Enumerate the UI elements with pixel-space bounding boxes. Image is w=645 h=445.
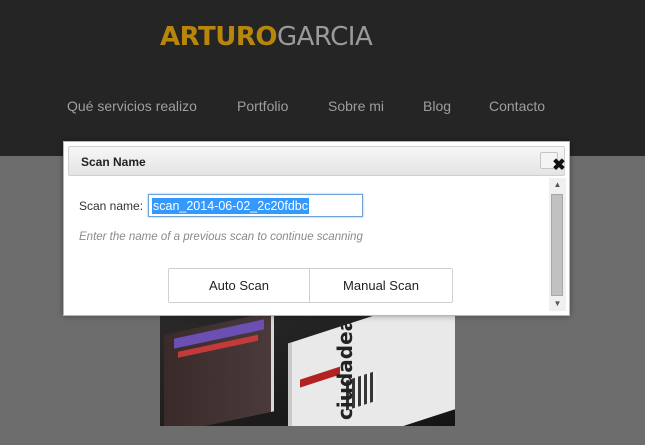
close-icon[interactable]: ✖	[551, 158, 567, 174]
nav-item-portfolio[interactable]: Portfolio	[237, 98, 288, 114]
nav-item-about[interactable]: Sobre mi	[328, 98, 384, 114]
business-card-photo: ciudadea	[160, 315, 455, 426]
site-logo[interactable]: ARTUROGARCIA	[160, 22, 373, 52]
site-header: ARTUROGARCIA Qué servicios realizo Portf…	[0, 0, 645, 156]
dialog-title: Scan Name	[81, 155, 146, 169]
main-nav: Qué servicios realizo Portfolio Sobre mi…	[0, 98, 645, 118]
scan-name-label: Scan name:	[79, 199, 144, 213]
manual-scan-button[interactable]: Manual Scan	[310, 269, 452, 302]
logo-second-word: GARCIA	[276, 22, 373, 52]
nav-item-services[interactable]: Qué servicios realizo	[67, 98, 197, 114]
scroll-up-icon[interactable]: ▲	[549, 178, 566, 192]
scan-name-dialog: Scan Name ▲ ▼ Scan name: scan_2014-06-02…	[63, 141, 570, 316]
card-brand-text: ciudadea	[333, 318, 439, 420]
nav-item-blog[interactable]: Blog	[423, 98, 451, 114]
auto-scan-button[interactable]: Auto Scan	[169, 269, 310, 302]
logo-first-word: ARTURO	[160, 22, 277, 52]
dialog-scrollbar[interactable]: ▲ ▼	[549, 178, 566, 311]
scroll-down-icon[interactable]: ▼	[549, 297, 566, 311]
scroll-thumb[interactable]	[551, 194, 563, 296]
nav-item-contact[interactable]: Contacto	[489, 98, 545, 114]
scan-name-value: scan_2014-06-02_2c20fdbc	[152, 198, 309, 214]
scan-name-input[interactable]: scan_2014-06-02_2c20fdbc	[148, 194, 363, 217]
card-stack-left	[164, 315, 274, 426]
scan-name-hint: Enter the name of a previous scan to con…	[79, 231, 363, 243]
dialog-titlebar[interactable]: Scan Name	[68, 146, 565, 176]
scan-button-group: Auto Scan Manual Scan	[168, 268, 453, 303]
